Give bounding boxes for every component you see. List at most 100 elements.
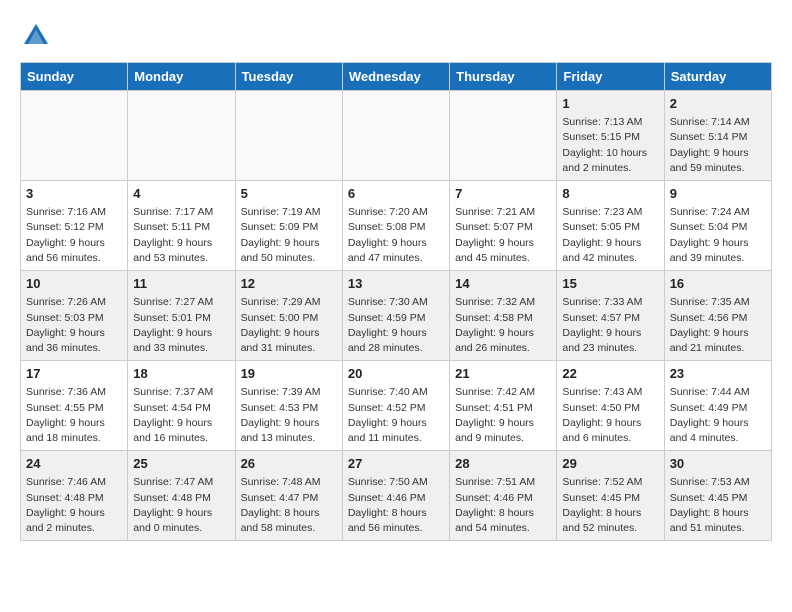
day-number: 17: [26, 365, 122, 383]
calendar-cell: 19 Sunrise: 7:39 AM Sunset: 4:53 PM Dayli…: [235, 361, 342, 451]
calendar-cell: 26Sunrise: 7:48 AM Sunset: 4:47 PM Dayli…: [235, 451, 342, 541]
calendar-cell: 3 Sunrise: 7:16 AM Sunset: 5:12 PM Daylig…: [21, 181, 128, 271]
calendar-cell: 15Sunrise: 7:33 AM Sunset: 4:57 PM Dayli…: [557, 271, 664, 361]
page: SundayMondayTuesdayWednesdayThursdayFrid…: [0, 0, 792, 551]
day-info: Sunrise: 7:24 AM Sunset: 5:04 PM Dayligh…: [670, 205, 766, 266]
calendar-cell: 17 Sunrise: 7:36 AM Sunset: 4:55 PM Dayli…: [21, 361, 128, 451]
calendar-cell: 24 Sunrise: 7:46 AM Sunset: 4:48 PM Dayli…: [21, 451, 128, 541]
week-row-2: 3 Sunrise: 7:16 AM Sunset: 5:12 PM Daylig…: [21, 181, 772, 271]
day-info: Sunrise: 7:43 AM Sunset: 4:50 PM Dayligh…: [562, 385, 658, 446]
calendar-cell: 12 Sunrise: 7:29 AM Sunset: 5:00 PM Dayli…: [235, 271, 342, 361]
day-info: Sunrise: 7:35 AM Sunset: 4:56 PM Dayligh…: [670, 295, 766, 356]
calendar-cell: 16 Sunrise: 7:35 AM Sunset: 4:56 PM Dayli…: [664, 271, 771, 361]
header: [20, 20, 772, 52]
day-number: 26: [241, 455, 337, 473]
day-header-thursday: Thursday: [450, 63, 557, 91]
day-number: 5: [241, 185, 337, 203]
day-info: Sunrise: 7:37 AM Sunset: 4:54 PM Dayligh…: [133, 385, 229, 446]
day-number: 7: [455, 185, 551, 203]
calendar-cell: [450, 91, 557, 181]
day-info: Sunrise: 7:23 AM Sunset: 5:05 PM Dayligh…: [562, 205, 658, 266]
day-header-sunday: Sunday: [21, 63, 128, 91]
day-info: Sunrise: 7:29 AM Sunset: 5:00 PM Dayligh…: [241, 295, 337, 356]
day-info: Sunrise: 7:40 AM Sunset: 4:52 PM Dayligh…: [348, 385, 444, 446]
day-number: 24: [26, 455, 122, 473]
day-info: Sunrise: 7:50 AM Sunset: 4:46 PM Dayligh…: [348, 475, 444, 536]
calendar-cell: 6 Sunrise: 7:20 AM Sunset: 5:08 PM Daylig…: [342, 181, 449, 271]
week-row-3: 10 Sunrise: 7:26 AM Sunset: 5:03 PM Dayli…: [21, 271, 772, 361]
day-number: 11: [133, 275, 229, 293]
calendar-cell: 9 Sunrise: 7:24 AM Sunset: 5:04 PM Daylig…: [664, 181, 771, 271]
day-number: 9: [670, 185, 766, 203]
day-number: 16: [670, 275, 766, 293]
logo: [20, 20, 56, 52]
week-row-4: 17 Sunrise: 7:36 AM Sunset: 4:55 PM Dayli…: [21, 361, 772, 451]
day-info: Sunrise: 7:20 AM Sunset: 5:08 PM Dayligh…: [348, 205, 444, 266]
day-info: Sunrise: 7:16 AM Sunset: 5:12 PM Dayligh…: [26, 205, 122, 266]
day-number: 10: [26, 275, 122, 293]
calendar-cell: 20 Sunrise: 7:40 AM Sunset: 4:52 PM Dayli…: [342, 361, 449, 451]
day-info: Sunrise: 7:42 AM Sunset: 4:51 PM Dayligh…: [455, 385, 551, 446]
calendar-cell: 27 Sunrise: 7:50 AM Sunset: 4:46 PM Dayli…: [342, 451, 449, 541]
calendar-cell: 7 Sunrise: 7:21 AM Sunset: 5:07 PM Daylig…: [450, 181, 557, 271]
day-number: 29: [562, 455, 658, 473]
calendar: SundayMondayTuesdayWednesdayThursdayFrid…: [20, 62, 772, 541]
calendar-cell: 28Sunrise: 7:51 AM Sunset: 4:46 PM Dayli…: [450, 451, 557, 541]
day-info: Sunrise: 7:17 AM Sunset: 5:11 PM Dayligh…: [133, 205, 229, 266]
day-info: Sunrise: 7:30 AM Sunset: 4:59 PM Dayligh…: [348, 295, 444, 356]
calendar-cell: 22 Sunrise: 7:43 AM Sunset: 4:50 PM Dayli…: [557, 361, 664, 451]
calendar-cell: [21, 91, 128, 181]
calendar-cell: 18 Sunrise: 7:37 AM Sunset: 4:54 PM Dayli…: [128, 361, 235, 451]
calendar-cell: 25 Sunrise: 7:47 AM Sunset: 4:48 PM Dayli…: [128, 451, 235, 541]
calendar-cell: 8Sunrise: 7:23 AM Sunset: 5:05 PM Daylig…: [557, 181, 664, 271]
calendar-cell: 13 Sunrise: 7:30 AM Sunset: 4:59 PM Dayli…: [342, 271, 449, 361]
day-number: 18: [133, 365, 229, 383]
day-number: 20: [348, 365, 444, 383]
calendar-cell: 29 Sunrise: 7:52 AM Sunset: 4:45 PM Dayli…: [557, 451, 664, 541]
calendar-cell: 1Sunrise: 7:13 AM Sunset: 5:15 PM Daylig…: [557, 91, 664, 181]
day-info: Sunrise: 7:51 AM Sunset: 4:46 PM Dayligh…: [455, 475, 551, 536]
day-info: Sunrise: 7:14 AM Sunset: 5:14 PM Dayligh…: [670, 115, 766, 176]
day-number: 4: [133, 185, 229, 203]
day-info: Sunrise: 7:39 AM Sunset: 4:53 PM Dayligh…: [241, 385, 337, 446]
day-number: 3: [26, 185, 122, 203]
day-number: 21: [455, 365, 551, 383]
calendar-cell: 23 Sunrise: 7:44 AM Sunset: 4:49 PM Dayli…: [664, 361, 771, 451]
day-number: 30: [670, 455, 766, 473]
day-info: Sunrise: 7:52 AM Sunset: 4:45 PM Dayligh…: [562, 475, 658, 536]
day-header-tuesday: Tuesday: [235, 63, 342, 91]
day-number: 14: [455, 275, 551, 293]
day-number: 23: [670, 365, 766, 383]
day-info: Sunrise: 7:13 AM Sunset: 5:15 PM Dayligh…: [562, 115, 658, 176]
day-info: Sunrise: 7:44 AM Sunset: 4:49 PM Dayligh…: [670, 385, 766, 446]
calendar-cell: 30Sunrise: 7:53 AM Sunset: 4:45 PM Dayli…: [664, 451, 771, 541]
day-header-friday: Friday: [557, 63, 664, 91]
day-header-wednesday: Wednesday: [342, 63, 449, 91]
day-number: 27: [348, 455, 444, 473]
calendar-cell: [342, 91, 449, 181]
day-info: Sunrise: 7:26 AM Sunset: 5:03 PM Dayligh…: [26, 295, 122, 356]
week-row-1: 1Sunrise: 7:13 AM Sunset: 5:15 PM Daylig…: [21, 91, 772, 181]
calendar-cell: 5 Sunrise: 7:19 AM Sunset: 5:09 PM Daylig…: [235, 181, 342, 271]
day-number: 12: [241, 275, 337, 293]
day-info: Sunrise: 7:19 AM Sunset: 5:09 PM Dayligh…: [241, 205, 337, 266]
day-info: Sunrise: 7:46 AM Sunset: 4:48 PM Dayligh…: [26, 475, 122, 536]
calendar-cell: 2 Sunrise: 7:14 AM Sunset: 5:14 PM Daylig…: [664, 91, 771, 181]
day-info: Sunrise: 7:21 AM Sunset: 5:07 PM Dayligh…: [455, 205, 551, 266]
calendar-cell: 4 Sunrise: 7:17 AM Sunset: 5:11 PM Daylig…: [128, 181, 235, 271]
calendar-cell: 11Sunrise: 7:27 AM Sunset: 5:01 PM Dayli…: [128, 271, 235, 361]
day-number: 15: [562, 275, 658, 293]
day-number: 25: [133, 455, 229, 473]
day-number: 13: [348, 275, 444, 293]
calendar-cell: [128, 91, 235, 181]
day-header-monday: Monday: [128, 63, 235, 91]
day-number: 19: [241, 365, 337, 383]
calendar-cell: 21 Sunrise: 7:42 AM Sunset: 4:51 PM Dayli…: [450, 361, 557, 451]
day-number: 22: [562, 365, 658, 383]
day-info: Sunrise: 7:36 AM Sunset: 4:55 PM Dayligh…: [26, 385, 122, 446]
calendar-cell: 14Sunrise: 7:32 AM Sunset: 4:58 PM Dayli…: [450, 271, 557, 361]
day-info: Sunrise: 7:47 AM Sunset: 4:48 PM Dayligh…: [133, 475, 229, 536]
calendar-header-row: SundayMondayTuesdayWednesdayThursdayFrid…: [21, 63, 772, 91]
day-number: 6: [348, 185, 444, 203]
day-number: 2: [670, 95, 766, 113]
